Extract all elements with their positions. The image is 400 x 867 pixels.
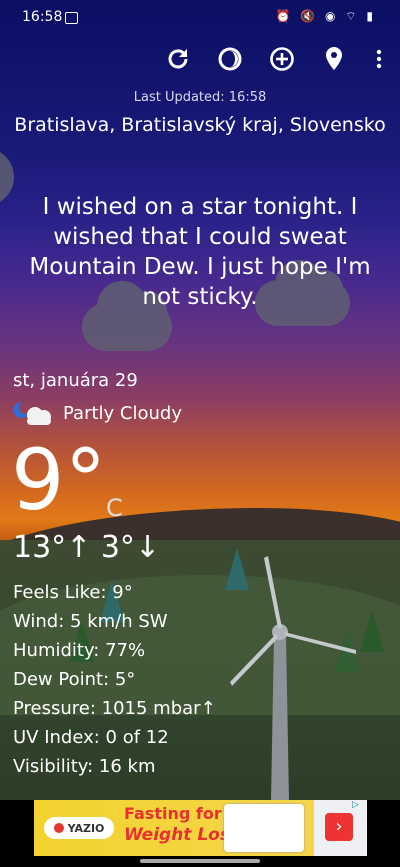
condition-text: Partly Cloudy bbox=[63, 402, 182, 424]
weather-quote: I wished on a star tonight. I wished tha… bbox=[29, 194, 371, 310]
pressure: Pressure: 1015 mbar↑ bbox=[13, 698, 216, 719]
moon-phase-icon[interactable] bbox=[216, 45, 244, 73]
dew-point: Dew Point: 5° bbox=[13, 669, 136, 690]
status-bar: 16:58 ⏰ 🔇 ◉ ⌔ ▮ bbox=[0, 0, 400, 34]
ad-screenshot-image bbox=[224, 804, 304, 852]
feels-like: Feels Like: 9° bbox=[13, 582, 133, 603]
current-date: st, januára 29 bbox=[13, 370, 138, 391]
system-status-icons: ⏰ 🔇 ◉ ⌔ ▮ bbox=[275, 9, 376, 23]
partly-cloudy-night-icon bbox=[13, 399, 55, 427]
more-vert-icon[interactable] bbox=[372, 45, 386, 73]
last-updated: Last Updated: 16:58 bbox=[133, 90, 267, 105]
navigation-bar bbox=[0, 856, 400, 867]
status-time: 16:58 bbox=[22, 9, 63, 25]
weather-details: Feels Like: 9° Wind: 5 km/h SW Humidity:… bbox=[13, 578, 216, 781]
condition-row: Partly Cloudy bbox=[13, 399, 182, 427]
humidity: Humidity: 77% bbox=[13, 640, 146, 661]
ad-info-icon[interactable]: ▷ bbox=[352, 800, 364, 812]
high-low-temperature: 13°↑ 3°↓ bbox=[13, 530, 161, 565]
temperature-unit[interactable]: C bbox=[106, 494, 123, 522]
ad-content[interactable]: YAZIO Fasting for Weight Loss › ▷ bbox=[34, 800, 367, 856]
yazio-logo-icon bbox=[53, 823, 64, 833]
location-pin-icon[interactable] bbox=[320, 45, 348, 73]
ad-subtitle: Weight Loss bbox=[124, 825, 241, 845]
home-gesture-handle[interactable] bbox=[140, 859, 260, 863]
toolbar bbox=[164, 42, 386, 76]
current-temperature: 9° bbox=[11, 431, 107, 529]
location-name[interactable]: Bratislava, Bratislavský kraj, Slovensko bbox=[0, 114, 400, 136]
add-location-icon[interactable] bbox=[268, 45, 296, 73]
ad-brand: YAZIO bbox=[67, 821, 105, 835]
image-icon bbox=[65, 12, 78, 24]
ad-brand-logo: YAZIO bbox=[44, 817, 114, 839]
ad-banner[interactable]: YAZIO Fasting for Weight Loss › ▷ bbox=[0, 800, 400, 856]
visibility: Visibility: 16 km bbox=[13, 756, 156, 777]
ad-title: Fasting for bbox=[124, 804, 222, 823]
wind: Wind: 5 km/h SW bbox=[13, 611, 168, 632]
ad-arrow-icon[interactable]: › bbox=[325, 813, 353, 841]
refresh-icon[interactable] bbox=[164, 45, 192, 73]
uv-index: UV Index: 0 of 12 bbox=[13, 727, 169, 748]
